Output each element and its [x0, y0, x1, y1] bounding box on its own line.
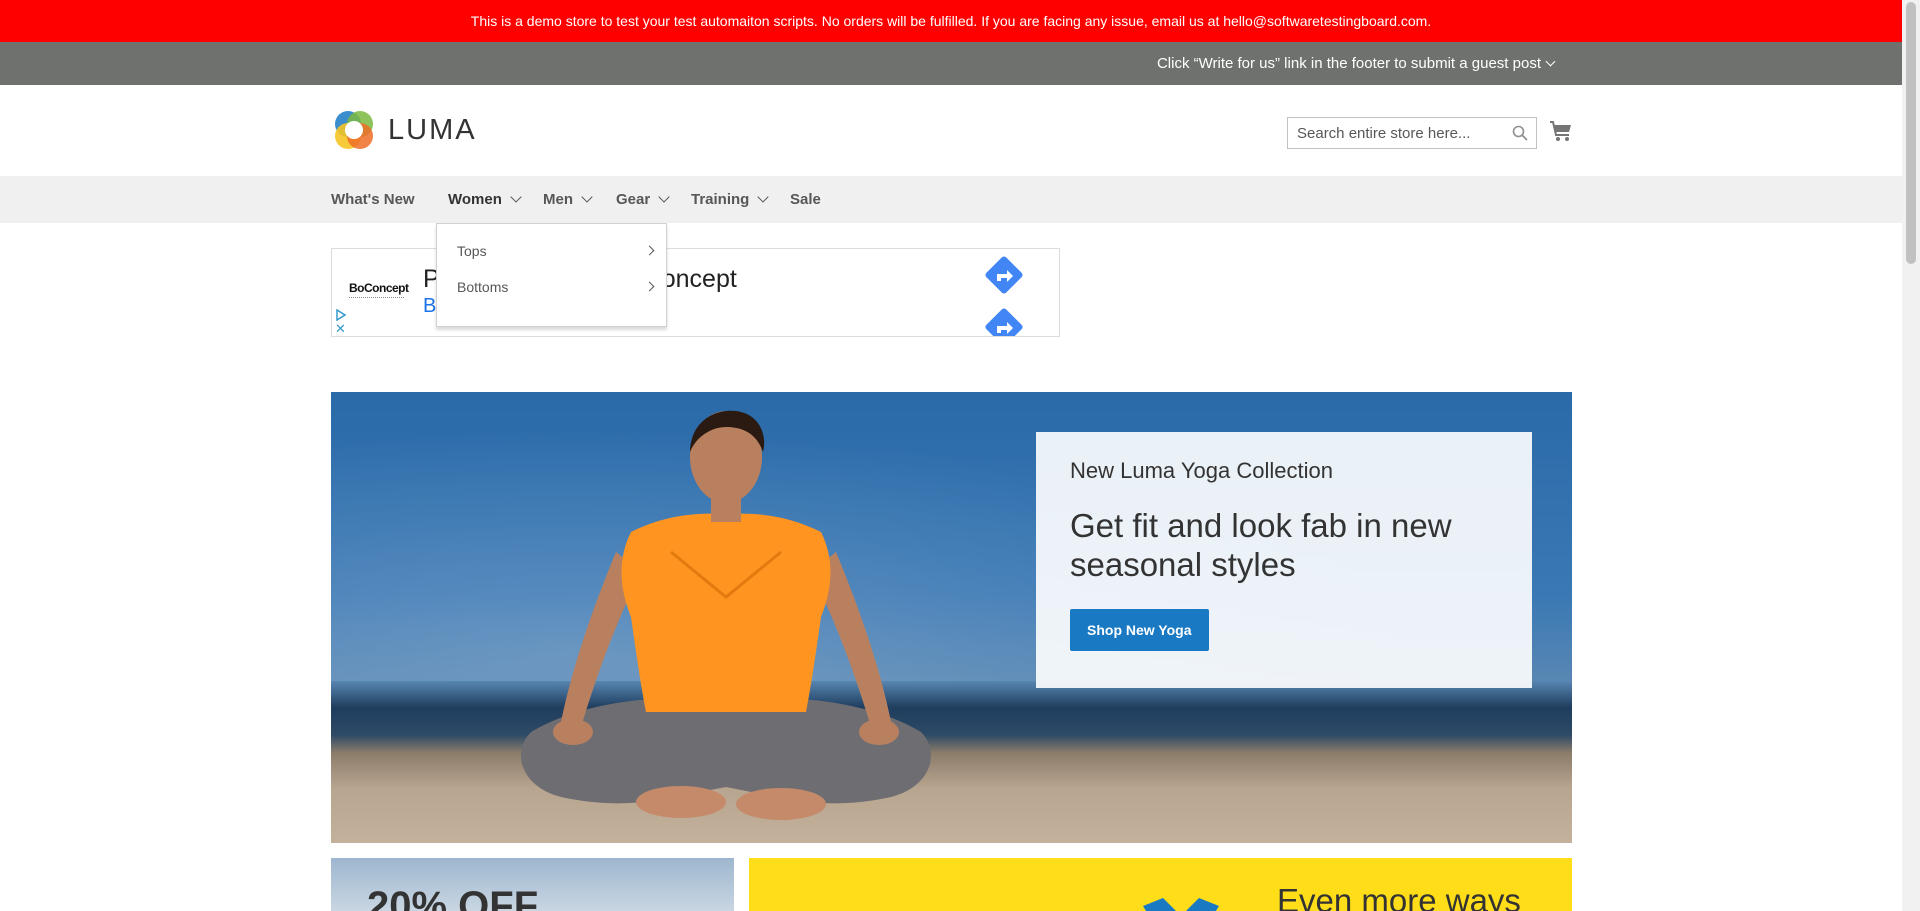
site-header: LUMA — [0, 85, 1902, 176]
promo-tile-graphic — [1143, 898, 1219, 911]
hero-banner[interactable]: New Luma Yoga Collection Get fit and loo… — [331, 392, 1572, 843]
shop-new-yoga-button[interactable]: Shop New Yoga — [1070, 609, 1209, 651]
page-scrollbar[interactable] — [1902, 0, 1920, 911]
nav-item-label: Men — [543, 191, 573, 208]
chevron-right-icon — [644, 245, 655, 256]
promo-tile-more-ways[interactable]: Even more ways — [749, 858, 1572, 911]
promo-link[interactable]: Click “Write for us” link in the footer … — [1156, 42, 1556, 85]
main-nav: What's New Women Men Gear Training Sale — [0, 176, 1902, 223]
nav-item-label: Women — [448, 191, 502, 208]
ad-headline-blue: B — [423, 295, 437, 317]
ad-directions-icon[interactable] — [982, 305, 1026, 337]
chevron-down-icon — [581, 191, 593, 203]
promo-tile-more-ways-text: Even more ways — [1277, 882, 1521, 911]
promo-tile-discount-text: 20% OFF — [367, 884, 539, 911]
nav-item-gear[interactable]: Gear — [616, 176, 670, 223]
nav-item-training[interactable]: Training — [691, 176, 770, 223]
yoga-woman-image — [521, 410, 931, 820]
scrollbar-thumb[interactable] — [1906, 2, 1916, 264]
nav-item-sale[interactable]: Sale — [790, 176, 821, 223]
ad-brand-underline — [349, 297, 404, 300]
chevron-right-icon — [644, 281, 655, 292]
nav-item-men[interactable]: Men — [543, 176, 593, 223]
luma-logo-icon — [335, 111, 373, 149]
promo-tile-discount[interactable]: 20% OFF — [331, 858, 734, 911]
dropdown-item-tops[interactable]: Tops — [457, 241, 657, 261]
nav-item-whats-new[interactable]: What's New — [331, 176, 415, 223]
chevron-down-icon — [510, 191, 522, 203]
ad-close-icon[interactable]: ✕ — [335, 322, 346, 335]
chevron-down-icon — [757, 191, 770, 203]
demo-notice-text: This is a demo store to test your test a… — [470, 13, 1432, 29]
ad-choices-icon[interactable] — [335, 309, 347, 321]
hero-text-panel: New Luma Yoga Collection Get fit and loo… — [1036, 432, 1532, 688]
nav-item-label: Training — [691, 191, 750, 208]
hero-subtitle: New Luma Yoga Collection — [1070, 458, 1333, 483]
dropdown-item-bottoms[interactable]: Bottoms — [457, 277, 657, 297]
women-dropdown-menu: Tops Bottoms — [436, 223, 667, 327]
search-input[interactable] — [1288, 118, 1507, 148]
nav-item-label: What's New — [331, 191, 415, 208]
ad-directions-icon[interactable] — [982, 253, 1026, 297]
demo-notice-bar: This is a demo store to test your test a… — [0, 0, 1902, 42]
hero-title: Get fit and look fab in new seasonal sty… — [1070, 507, 1452, 583]
chevron-down-icon — [1545, 56, 1556, 67]
promo-bar: Click “Write for us” link in the footer … — [0, 42, 1902, 85]
nav-item-women[interactable]: Women — [448, 176, 522, 223]
dropdown-item-label: Bottoms — [457, 279, 509, 295]
cart-icon[interactable] — [1549, 119, 1573, 143]
logo-text: LUMA — [388, 113, 477, 146]
logo-link[interactable]: LUMA — [331, 107, 477, 153]
dropdown-item-label: Tops — [457, 243, 487, 259]
nav-item-label: Sale — [790, 191, 821, 208]
chevron-down-icon — [658, 191, 670, 203]
ad-brand-logo: BoConcept — [349, 281, 409, 295]
search-box — [1287, 117, 1537, 149]
nav-item-label: Gear — [616, 191, 651, 208]
promo-text: Click “Write for us” link in the footer … — [1156, 55, 1541, 72]
search-icon[interactable] — [1512, 125, 1528, 141]
